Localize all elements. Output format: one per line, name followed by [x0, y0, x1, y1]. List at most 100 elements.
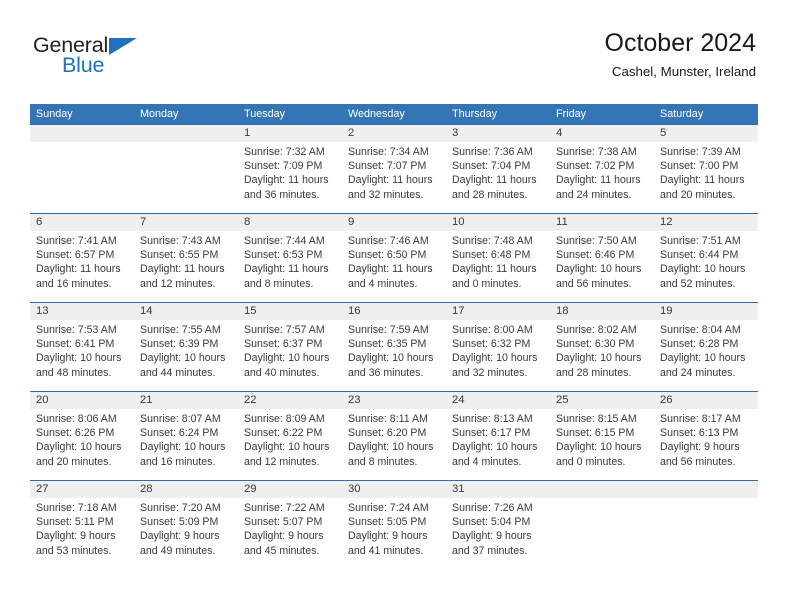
- day-cell[interactable]: Sunrise: 8:13 AM Sunset: 6:17 PM Daylight:…: [446, 408, 550, 481]
- day-detail-line: Sunrise: 7:20 AM: [140, 501, 221, 514]
- day-detail-line: and 37 minutes.: [452, 544, 528, 557]
- day-number[interactable]: 31: [446, 480, 550, 498]
- day-detail-line: Daylight: 11 hours: [244, 263, 329, 276]
- day-cell[interactable]: Sunrise: 7:59 AM Sunset: 6:35 PM Daylight:…: [342, 319, 446, 392]
- day-number[interactable]: 27: [30, 480, 134, 498]
- day-cell[interactable]: Sunrise: 7:44 AM Sunset: 6:53 PM Daylight:…: [238, 230, 342, 303]
- day-detail-line: Daylight: 10 hours: [660, 352, 746, 365]
- day-cell[interactable]: Sunrise: 7:43 AM Sunset: 6:55 PM Daylight:…: [134, 230, 238, 303]
- day-detail-line: Sunrise: 8:00 AM: [452, 323, 533, 336]
- day-detail-line: and 28 minutes.: [452, 188, 528, 201]
- day-detail-line: and 56 minutes.: [556, 277, 632, 290]
- day-detail-line: Sunset: 6:39 PM: [140, 337, 219, 350]
- day-cell[interactable]: Sunrise: 7:32 AM Sunset: 7:09 PM Daylight:…: [238, 141, 342, 214]
- day-detail-line: and 53 minutes.: [36, 544, 112, 557]
- day-detail-line: Daylight: 10 hours: [348, 352, 434, 365]
- day-number[interactable]: 22: [238, 391, 342, 409]
- day-number[interactable]: 6: [30, 213, 134, 231]
- day-number[interactable]: 3: [446, 124, 550, 142]
- week-detail-row: Sunrise: 7:32 AM Sunset: 7:09 PM Daylight:…: [30, 141, 758, 214]
- day-cell[interactable]: Sunrise: 8:15 AM Sunset: 6:15 PM Daylight:…: [550, 408, 654, 481]
- day-cell[interactable]: Sunrise: 7:22 AM Sunset: 5:07 PM Daylight:…: [238, 497, 342, 570]
- day-detail-line: Sunrise: 8:15 AM: [556, 412, 637, 425]
- day-number[interactable]: 21: [134, 391, 238, 409]
- day-number[interactable]: 25: [550, 391, 654, 409]
- day-number[interactable]: 24: [446, 391, 550, 409]
- day-number[interactable]: 23: [342, 391, 446, 409]
- day-cell[interactable]: Sunrise: 7:26 AM Sunset: 5:04 PM Daylight:…: [446, 497, 550, 570]
- day-cell[interactable]: Sunrise: 8:07 AM Sunset: 6:24 PM Daylight:…: [134, 408, 238, 481]
- day-number[interactable]: 13: [30, 302, 134, 320]
- day-detail-line: Sunrise: 8:09 AM: [244, 412, 325, 425]
- day-cell[interactable]: Sunrise: 7:53 AM Sunset: 6:41 PM Daylight:…: [30, 319, 134, 392]
- day-number[interactable]: 5: [654, 124, 758, 142]
- day-cell[interactable]: Sunrise: 8:04 AM Sunset: 6:28 PM Daylight:…: [654, 319, 758, 392]
- day-number[interactable]: 18: [550, 302, 654, 320]
- day-detail-line: Sunset: 7:02 PM: [556, 159, 635, 172]
- day-number[interactable]: 28: [134, 480, 238, 498]
- day-cell[interactable]: Sunrise: 7:34 AM Sunset: 7:07 PM Daylight:…: [342, 141, 446, 214]
- day-cell[interactable]: Sunrise: 7:20 AM Sunset: 5:09 PM Daylight:…: [134, 497, 238, 570]
- day-detail-line: and 8 minutes.: [348, 455, 418, 468]
- day-detail-line: Sunset: 6:17 PM: [452, 426, 531, 439]
- day-cell[interactable]: Sunrise: 7:24 AM Sunset: 5:05 PM Daylight:…: [342, 497, 446, 570]
- day-cell[interactable]: Sunrise: 7:18 AM Sunset: 5:11 PM Daylight:…: [30, 497, 134, 570]
- weekday-header-row: Sunday Monday Tuesday Wednesday Thursday…: [30, 104, 758, 125]
- day-detail-line: Sunrise: 7:24 AM: [348, 501, 429, 514]
- day-number[interactable]: 15: [238, 302, 342, 320]
- day-number[interactable]: 7: [134, 213, 238, 231]
- day-cell-empty: [550, 497, 654, 570]
- day-number[interactable]: 8: [238, 213, 342, 231]
- day-detail-line: Daylight: 10 hours: [244, 352, 330, 365]
- day-detail-line: Daylight: 10 hours: [452, 352, 538, 365]
- day-cell[interactable]: Sunrise: 7:41 AM Sunset: 6:57 PM Daylight:…: [30, 230, 134, 303]
- day-number[interactable]: 20: [30, 391, 134, 409]
- day-detail-line: Daylight: 9 hours: [348, 530, 428, 543]
- day-cell[interactable]: Sunrise: 8:17 AM Sunset: 6:13 PM Daylight:…: [654, 408, 758, 481]
- day-number[interactable]: 17: [446, 302, 550, 320]
- day-detail-line: Sunset: 6:13 PM: [660, 426, 739, 439]
- day-cell[interactable]: Sunrise: 7:50 AM Sunset: 6:46 PM Daylight:…: [550, 230, 654, 303]
- day-detail-line: Daylight: 11 hours: [348, 174, 433, 187]
- day-cell[interactable]: Sunrise: 8:00 AM Sunset: 6:32 PM Daylight:…: [446, 319, 550, 392]
- day-number[interactable]: 19: [654, 302, 758, 320]
- day-detail-line: Sunrise: 7:34 AM: [348, 145, 429, 158]
- calendar-head: Sunday Monday Tuesday Wednesday Thursday…: [30, 104, 758, 125]
- day-number[interactable]: 1: [238, 124, 342, 142]
- day-cell[interactable]: Sunrise: 7:38 AM Sunset: 7:02 PM Daylight:…: [550, 141, 654, 214]
- day-cell[interactable]: Sunrise: 7:51 AM Sunset: 6:44 PM Daylight:…: [654, 230, 758, 303]
- day-detail-line: Sunset: 7:07 PM: [348, 159, 427, 172]
- day-cell[interactable]: Sunrise: 7:55 AM Sunset: 6:39 PM Daylight:…: [134, 319, 238, 392]
- day-detail-line: Sunrise: 7:41 AM: [36, 234, 117, 247]
- day-number[interactable]: 26: [654, 391, 758, 409]
- week-day-number-row: 6 7 8 9 10 11 12: [30, 213, 758, 231]
- day-detail-line: and 48 minutes.: [36, 366, 112, 379]
- day-number[interactable]: 4: [550, 124, 654, 142]
- day-detail-line: and 24 minutes.: [660, 366, 736, 379]
- day-cell[interactable]: Sunrise: 8:02 AM Sunset: 6:30 PM Daylight:…: [550, 319, 654, 392]
- page-subtitle: Cashel, Munster, Ireland: [611, 64, 756, 79]
- day-cell[interactable]: Sunrise: 7:48 AM Sunset: 6:48 PM Daylight:…: [446, 230, 550, 303]
- day-cell[interactable]: Sunrise: 7:46 AM Sunset: 6:50 PM Daylight:…: [342, 230, 446, 303]
- day-cell[interactable]: Sunrise: 7:39 AM Sunset: 7:00 PM Daylight:…: [654, 141, 758, 214]
- day-number[interactable]: 14: [134, 302, 238, 320]
- weekday-header-monday: Monday: [134, 104, 238, 125]
- generalblue-logo[interactable]: General Blue: [33, 33, 213, 83]
- day-number[interactable]: 16: [342, 302, 446, 320]
- day-cell[interactable]: Sunrise: 8:06 AM Sunset: 6:26 PM Daylight:…: [30, 408, 134, 481]
- day-detail-line: Daylight: 10 hours: [660, 263, 746, 276]
- day-number[interactable]: 2: [342, 124, 446, 142]
- day-number[interactable]: 10: [446, 213, 550, 231]
- day-detail-line: Sunrise: 7:39 AM: [660, 145, 741, 158]
- day-cell[interactable]: Sunrise: 7:36 AM Sunset: 7:04 PM Daylight:…: [446, 141, 550, 214]
- day-detail-line: Sunrise: 7:53 AM: [36, 323, 117, 336]
- day-number[interactable]: 11: [550, 213, 654, 231]
- day-number[interactable]: 12: [654, 213, 758, 231]
- day-cell[interactable]: Sunrise: 8:11 AM Sunset: 6:20 PM Daylight:…: [342, 408, 446, 481]
- day-number[interactable]: 30: [342, 480, 446, 498]
- day-cell[interactable]: Sunrise: 7:57 AM Sunset: 6:37 PM Daylight:…: [238, 319, 342, 392]
- day-cell[interactable]: Sunrise: 8:09 AM Sunset: 6:22 PM Daylight:…: [238, 408, 342, 481]
- day-number[interactable]: 29: [238, 480, 342, 498]
- calendar-page: General Blue October 2024 Cashel, Munste…: [0, 0, 792, 612]
- day-number[interactable]: 9: [342, 213, 446, 231]
